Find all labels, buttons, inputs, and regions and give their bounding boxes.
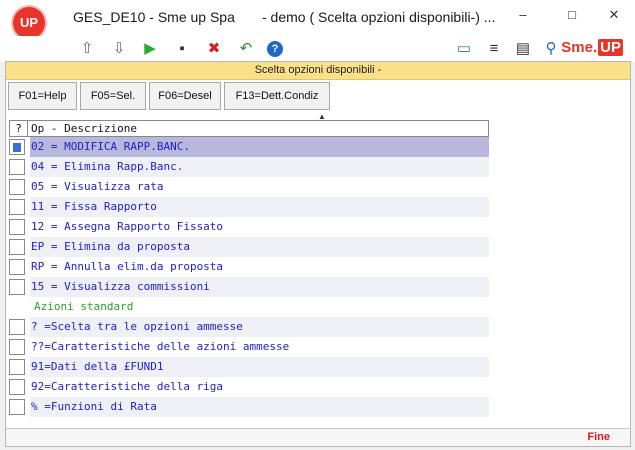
option-text: 02 = MODIFICA RAPP.BANC. xyxy=(30,137,489,157)
option-text: 11 = Fissa Rapporto xyxy=(30,197,489,217)
move-down-icon[interactable]: ⇩ xyxy=(108,38,130,60)
option-row[interactable]: EP = Elimina da proposta xyxy=(9,237,489,257)
option-text: 15 = Visualizza commissioni xyxy=(30,277,489,297)
minimize-button[interactable]: – xyxy=(508,4,538,26)
title-bar: UP GES_DE10 - Sme up Spa - demo ( Scelta… xyxy=(0,0,635,39)
option-text: 04 = Elimina Rapp.Banc. xyxy=(30,157,489,177)
option-select-field[interactable] xyxy=(9,179,25,195)
option-text: 05 = Visualizza rata xyxy=(31,180,164,193)
f05-select-button[interactable]: F05=Sel. xyxy=(80,82,146,110)
group-label: Azioni standard xyxy=(9,297,489,317)
option-row[interactable]: ? =Scelta tra le opzioni ammesse xyxy=(9,317,489,337)
undo-icon[interactable]: ↶ xyxy=(235,38,257,60)
option-row[interactable]: 91=Dati della £FUND1 xyxy=(9,357,489,377)
options-grid: ? Op - Descrizione 02 = MODIFICA RAPP.BA… xyxy=(9,120,489,417)
option-text: Azioni standard xyxy=(34,300,134,313)
option-select-field[interactable] xyxy=(9,379,25,395)
option-row[interactable]: 04 = Elimina Rapp.Banc. xyxy=(9,157,489,177)
smeup-logo: UP xyxy=(13,7,45,39)
smeup-brand[interactable]: Sme. UP xyxy=(561,39,623,56)
option-row[interactable]: 11 = Fissa Rapporto xyxy=(9,197,489,217)
maximize-button[interactable]: □ xyxy=(557,4,587,26)
f06-deselect-button[interactable]: F06=Desel xyxy=(149,82,221,110)
option-row[interactable]: 05 = Visualizza rata xyxy=(9,177,489,197)
option-select-field[interactable] xyxy=(9,159,25,175)
brand-up: UP xyxy=(598,39,623,56)
option-row[interactable]: 12 = Assegna Rapporto Fissato xyxy=(9,217,489,237)
content-frame: Scelta opzioni disponibili - F01=Help F0… xyxy=(5,61,631,447)
help-icon[interactable]: ? xyxy=(267,41,283,57)
header-select-column: ? xyxy=(10,121,28,136)
option-row[interactable]: RP = Annulla elim.da proposta xyxy=(9,257,489,277)
option-row[interactable]: 02 = MODIFICA RAPP.BANC. xyxy=(9,137,489,157)
search-icon[interactable]: ⚲ xyxy=(540,38,562,60)
option-text: 12 = Assegna Rapporto Fissato xyxy=(31,220,224,233)
option-select-field[interactable] xyxy=(9,219,25,235)
option-row[interactable]: 92=Caratteristiche della riga xyxy=(9,377,489,397)
option-text: EP = Elimina da proposta xyxy=(30,237,489,257)
option-text: 92=Caratteristiche della riga xyxy=(31,380,224,393)
toolbar: ⇧ ⇩ ▶ ▪ ✖ ↶ ? ▭ ≡ ▤ ⚲ Sme. UP xyxy=(0,36,635,62)
page-title: Scelta opzioni disponibili - xyxy=(6,62,630,80)
run-icon[interactable]: ▶ xyxy=(139,38,161,60)
monitor-icon[interactable]: ▭ xyxy=(453,38,475,60)
option-select-field[interactable] xyxy=(9,339,25,355)
app-title: GES_DE10 - Sme up Spa xyxy=(73,9,235,25)
option-text: ? =Scelta tra le opzioni ammesse xyxy=(30,317,489,337)
f01-help-button[interactable]: F01=Help xyxy=(8,82,77,110)
option-row[interactable]: % =Funzioni di Rata xyxy=(9,397,489,417)
status-bar: Fine xyxy=(6,428,630,446)
option-select-field[interactable] xyxy=(9,239,25,255)
terminal-icon[interactable]: ▪ xyxy=(171,38,193,60)
option-text: % =Funzioni di Rata xyxy=(30,397,489,417)
delete-icon[interactable]: ✖ xyxy=(203,38,225,60)
option-select-field[interactable] xyxy=(9,359,25,375)
grid-header: ? Op - Descrizione xyxy=(9,120,489,137)
option-row[interactable]: ??=Caratteristiche delle azioni ammesse xyxy=(9,337,489,357)
move-up-icon[interactable]: ⇧ xyxy=(76,38,98,60)
close-button[interactable]: ✕ xyxy=(599,4,629,26)
brand-text: Sme. xyxy=(561,39,598,56)
option-text: 91=Dati della £FUND1 xyxy=(30,357,489,377)
option-select-field[interactable] xyxy=(9,139,25,155)
document-title: - demo ( Scelta opzioni disponibili-) ..… xyxy=(262,9,496,25)
option-select-field[interactable] xyxy=(9,279,25,295)
f13-condition-details-button[interactable]: F13=Dett.Condiz xyxy=(224,82,330,110)
list-icon[interactable]: ≡ xyxy=(483,38,505,60)
option-select-field[interactable] xyxy=(9,319,25,335)
header-description: Op - Descrizione xyxy=(31,122,137,135)
option-select-field[interactable] xyxy=(9,399,25,415)
option-select-field[interactable] xyxy=(9,199,25,215)
document-icon[interactable]: ▤ xyxy=(512,38,534,60)
option-text: ??=Caratteristiche delle azioni ammesse xyxy=(31,340,290,353)
option-select-field[interactable] xyxy=(9,259,25,275)
option-text: RP = Annulla elim.da proposta xyxy=(31,260,224,273)
status-text: Fine xyxy=(587,431,610,443)
option-row[interactable]: 15 = Visualizza commissioni xyxy=(9,277,489,297)
